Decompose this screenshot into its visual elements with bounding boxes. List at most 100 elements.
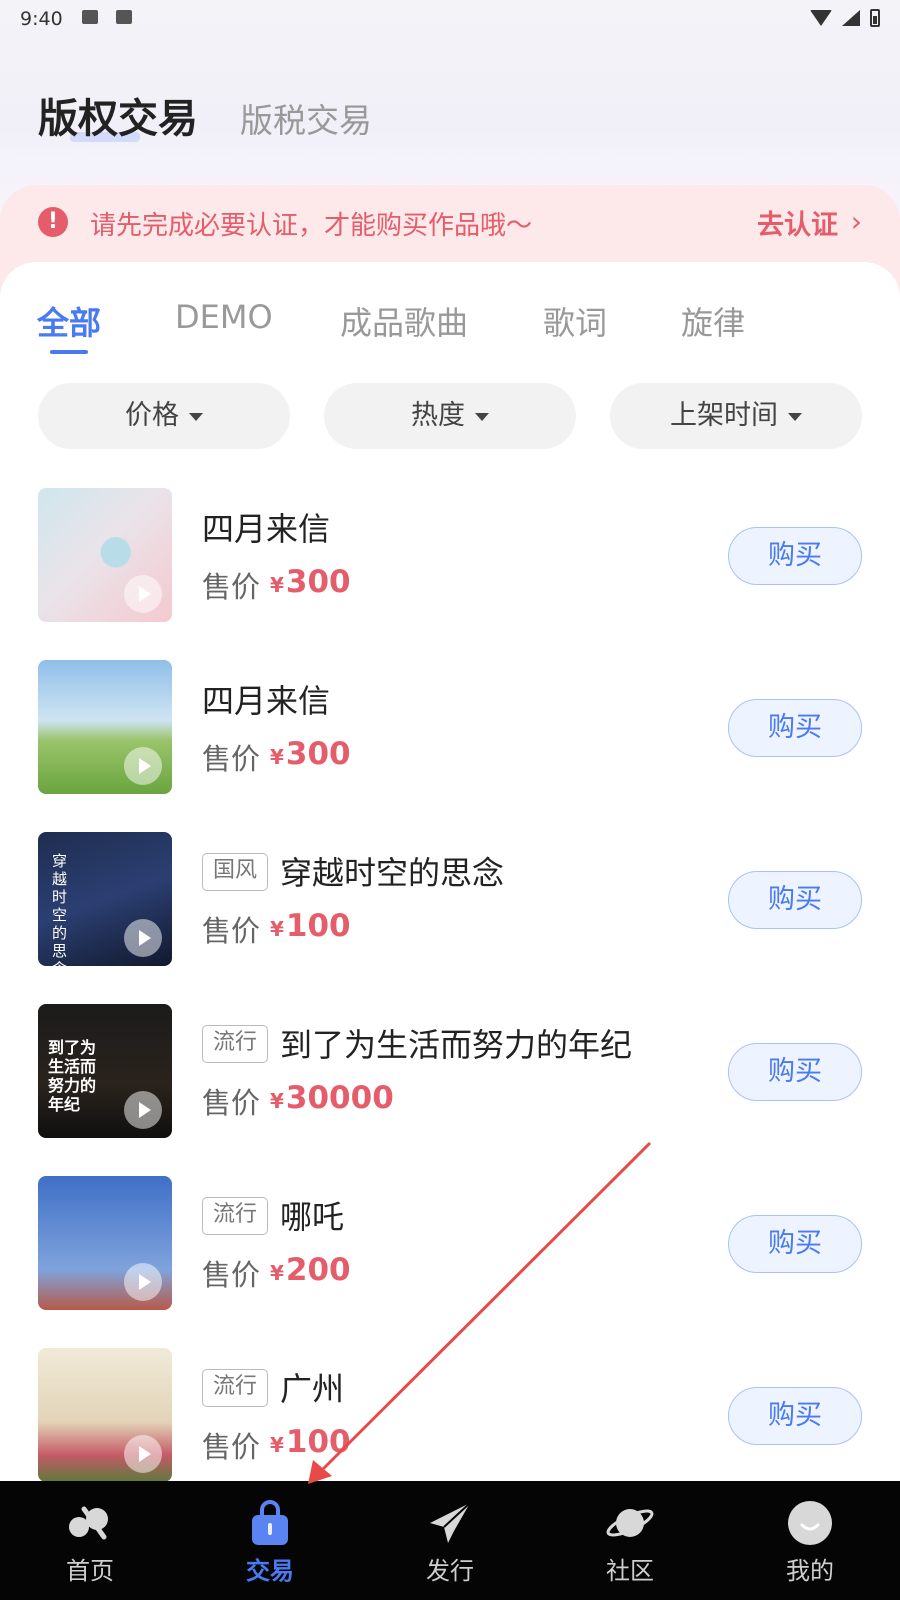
item-title: 广州 — [280, 1370, 345, 1408]
cover-image[interactable] — [38, 1176, 172, 1310]
battery-icon — [870, 9, 880, 27]
genre-tag: 流行 — [202, 1369, 269, 1407]
list-item[interactable]: 穿越时空的思念 国风 穿越时空的思念 售价 ¥100 购买 — [0, 832, 900, 967]
cover-image[interactable] — [38, 488, 172, 622]
caret-down-icon — [475, 412, 489, 421]
paper-plane-icon — [430, 1502, 471, 1543]
cover-text: 到了为生活而努力的年纪 — [48, 1038, 97, 1114]
buy-button[interactable]: 购买 — [728, 871, 862, 929]
currency-symbol: ¥ — [270, 1261, 284, 1285]
nav-community-label: 社区 — [606, 1557, 654, 1585]
tab-active-indicator — [50, 350, 88, 354]
price-label: 售价 — [202, 570, 261, 604]
tab-all[interactable]: 全部 — [37, 298, 101, 344]
item-title: 哪吒 — [280, 1198, 345, 1236]
currency-symbol: ¥ — [270, 917, 284, 941]
price-value: ¥300 — [270, 564, 351, 600]
price-value: ¥100 — [270, 1424, 351, 1460]
play-icon[interactable] — [124, 747, 162, 785]
price-label: 售价 — [202, 914, 261, 948]
price-label: 售价 — [202, 1258, 261, 1292]
buy-button[interactable]: 购买 — [728, 527, 862, 585]
text-app-icon — [116, 10, 132, 24]
alert-text: 请先完成必要认证，才能购买作品哦～ — [90, 211, 533, 241]
nav-home-label: 首页 — [66, 1557, 114, 1585]
chevron-right-icon: › — [850, 205, 862, 238]
item-title: 穿越时空的思念 — [280, 854, 505, 892]
exclamation-icon: ! — [38, 207, 68, 237]
wifi-icon — [810, 10, 832, 26]
nav-trade-label: 交易 — [246, 1557, 294, 1585]
list-item[interactable]: 流行 广州 售价 ¥100 购买 — [0, 1348, 900, 1483]
list-item[interactable]: 四月来信 售价 ¥300 购买 — [0, 488, 900, 623]
caret-down-icon — [788, 412, 802, 421]
price-amount: 100 — [285, 1424, 351, 1460]
item-title: 四月来信 — [202, 682, 331, 720]
tab-finished-songs[interactable]: 成品歌曲 — [340, 298, 468, 344]
cover-image[interactable]: 到了为生活而努力的年纪 — [38, 1004, 172, 1138]
price-value: ¥200 — [270, 1252, 351, 1288]
filter-listing-time[interactable]: 上架时间 — [610, 383, 862, 449]
play-icon[interactable] — [124, 1091, 162, 1129]
cover-image[interactable] — [38, 660, 172, 794]
price-value: ¥300 — [270, 736, 351, 772]
nav-trade[interactable]: 交易 — [180, 1481, 360, 1600]
buy-button[interactable]: 购买 — [728, 699, 862, 757]
nav-community[interactable]: 社区 — [540, 1481, 720, 1600]
status-right — [810, 8, 880, 28]
list-item[interactable]: 到了为生活而努力的年纪 流行 到了为生活而努力的年纪 售价 ¥30000 购买 — [0, 1004, 900, 1139]
buy-button[interactable]: 购买 — [728, 1387, 862, 1445]
currency-symbol: ¥ — [270, 745, 284, 769]
nav-mine[interactable]: 我的 — [720, 1481, 900, 1600]
bag-icon — [252, 1500, 288, 1545]
buy-button[interactable]: 购买 — [728, 1043, 862, 1101]
status-bar: 9:40 — [0, 0, 900, 36]
tab-lyrics[interactable]: 歌词 — [543, 298, 607, 344]
currency-symbol: ¥ — [270, 1089, 284, 1113]
filter-popularity[interactable]: 热度 — [324, 383, 576, 449]
price-amount: 200 — [285, 1252, 351, 1288]
currency-symbol: ¥ — [270, 1433, 284, 1457]
smiley-icon — [788, 1501, 832, 1545]
filter-price[interactable]: 价格 — [38, 383, 290, 449]
play-icon[interactable] — [124, 575, 162, 613]
signal-icon — [842, 10, 860, 26]
filter-listing-time-label: 上架时间 — [670, 400, 778, 431]
play-icon[interactable] — [124, 1263, 162, 1301]
verify-link-label: 去认证 — [757, 210, 838, 241]
cover-text: 穿越时空的思念 — [52, 852, 68, 966]
caret-down-icon — [189, 412, 203, 421]
price-label: 售价 — [202, 1086, 261, 1120]
item-title: 四月来信 — [202, 510, 331, 548]
status-time: 9:40 — [20, 8, 63, 30]
tab-royalty-trade[interactable]: 版税交易 — [240, 94, 372, 142]
cover-image[interactable]: 穿越时空的思念 — [38, 832, 172, 966]
gallery-icon — [82, 10, 98, 24]
currency-symbol: ¥ — [270, 573, 284, 597]
price-amount: 300 — [285, 564, 351, 600]
price-label: 售价 — [202, 1430, 261, 1464]
tab-demo[interactable]: DEMO — [175, 298, 273, 336]
play-icon[interactable] — [124, 919, 162, 957]
nav-publish-label: 发行 — [426, 1557, 474, 1585]
bottom-nav: 首页 交易 发行 社区 我的 — [0, 1481, 900, 1600]
tab-melody[interactable]: 旋律 — [681, 298, 745, 344]
price-amount: 30000 — [285, 1080, 394, 1116]
tab-copyright-trade[interactable]: 版权交易 — [38, 86, 198, 144]
cover-image[interactable] — [38, 1348, 172, 1482]
list-item[interactable]: 流行 哪吒 售价 ¥200 购买 — [0, 1176, 900, 1311]
nav-publish[interactable]: 发行 — [360, 1481, 540, 1600]
genre-tag: 流行 — [202, 1025, 269, 1063]
play-icon[interactable] — [124, 1435, 162, 1473]
verify-link[interactable]: 去认证 — [757, 203, 838, 242]
genre-tag: 流行 — [202, 1197, 269, 1235]
price-value: ¥100 — [270, 908, 351, 944]
buy-button[interactable]: 购买 — [728, 1215, 862, 1273]
home-icon — [69, 1506, 108, 1540]
filter-popularity-label: 热度 — [411, 400, 465, 431]
nav-home[interactable]: 首页 — [0, 1481, 180, 1600]
list-item[interactable]: 四月来信 售价 ¥300 购买 — [0, 660, 900, 795]
genre-tag: 国风 — [202, 853, 269, 891]
planet-icon — [606, 1509, 654, 1537]
price-amount: 300 — [285, 736, 351, 772]
